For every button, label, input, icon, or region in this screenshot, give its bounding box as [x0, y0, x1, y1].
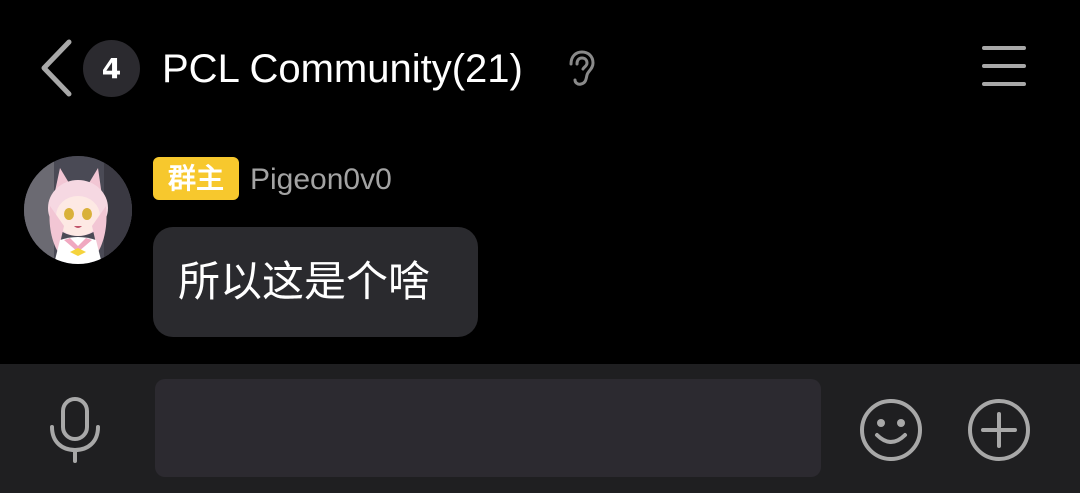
plus-circle-icon — [968, 399, 1030, 461]
avatar-image — [24, 156, 132, 264]
avatar[interactable] — [24, 156, 132, 264]
chat-header: 4 PCL Community(21) — [0, 0, 1080, 138]
emoji-button[interactable] — [858, 397, 924, 463]
input-bar — [0, 364, 1080, 493]
message-item: 群主 Pigeon0v0 所以这是个啥 — [0, 138, 1080, 364]
message-input[interactable] — [155, 379, 821, 477]
hamburger-menu-icon-line — [982, 64, 1026, 68]
hamburger-menu-icon-line — [982, 82, 1026, 86]
hamburger-menu-icon — [982, 46, 1026, 50]
group-owner-badge: 群主 — [153, 157, 239, 200]
chat-title[interactable]: PCL Community(21) — [162, 42, 523, 96]
smiley-face-icon — [860, 399, 922, 461]
message-bubble[interactable]: 所以这是个啥 — [153, 227, 478, 337]
microphone-icon — [50, 397, 100, 463]
more-options-button[interactable] — [966, 397, 1032, 463]
sender-name[interactable]: Pigeon0v0 — [250, 158, 392, 201]
back-button[interactable] — [36, 36, 76, 100]
voice-button[interactable] — [44, 396, 106, 464]
chat-screen: 4 PCL Community(21) 群主 Pigeon0v0 所以这是个啥 — [0, 0, 1080, 493]
chevron-left-icon — [41, 39, 72, 97]
unread-count-badge[interactable]: 4 — [83, 40, 140, 97]
ear-icon[interactable] — [564, 48, 598, 88]
menu-button[interactable] — [982, 46, 1028, 90]
